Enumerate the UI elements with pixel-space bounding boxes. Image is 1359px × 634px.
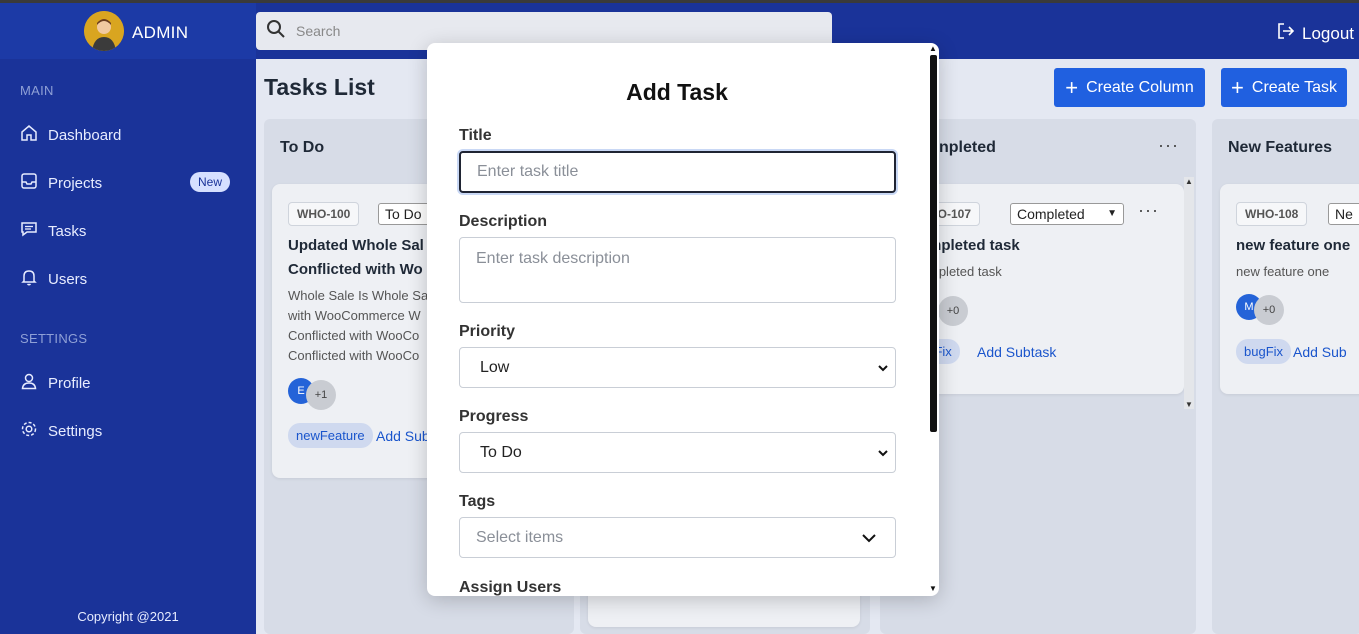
task-desc-line: Conflicted with WooCo: [288, 328, 420, 343]
task-description-input[interactable]: [459, 237, 896, 303]
add-task-modal: Add Task Title Description Priority Low …: [427, 43, 939, 596]
sidebar-item-profile[interactable]: Profile: [20, 372, 236, 394]
priority-value: Low: [480, 358, 510, 376]
chat-icon: [20, 220, 38, 242]
create-task-button[interactable]: + Create Task: [1221, 68, 1347, 107]
new-badge: New: [190, 172, 231, 192]
progress-value: To Do: [480, 443, 522, 461]
logout-label: Logout: [1302, 23, 1354, 43]
add-subtask-link[interactable]: Add Sub: [1293, 344, 1347, 360]
add-subtask-link[interactable]: Add Sub: [376, 428, 430, 444]
copyright-text: Copyright @2021: [77, 609, 179, 624]
progress-select[interactable]: To Do: [459, 432, 896, 473]
plus-icon: +: [1065, 74, 1079, 100]
create-column-label: Create Column: [1086, 78, 1194, 96]
description-label: Description: [459, 213, 548, 230]
status-select[interactable]: Completed ▼: [1010, 203, 1124, 225]
task-id: WHO-108: [1236, 202, 1308, 226]
add-subtask-link[interactable]: Add Subtask: [977, 344, 1056, 360]
sidebar-section-settings: SETTINGS: [20, 331, 88, 346]
task-title: mpleted task: [928, 237, 1020, 254]
home-icon: [20, 124, 38, 146]
tag-chip[interactable]: bugFix: [1236, 339, 1292, 364]
bell-icon: [20, 268, 38, 290]
logout-button[interactable]: Logout: [1276, 21, 1354, 46]
gear-icon: [20, 420, 38, 442]
task-title-input[interactable]: [459, 151, 896, 193]
page-title: Tasks List: [264, 74, 375, 100]
progress-label: Progress: [459, 408, 529, 425]
scroll-down-icon[interactable]: ▼: [929, 584, 937, 593]
chevron-down-icon: ▼: [1107, 208, 1117, 219]
column-title: npleted: [939, 139, 996, 156]
search-input[interactable]: [296, 23, 796, 39]
column-title: To Do: [280, 139, 325, 156]
chevron-down-icon: [877, 361, 889, 379]
assign-users-label: Assign Users: [459, 579, 562, 596]
create-task-label: Create Task: [1251, 78, 1337, 96]
task-desc: new feature one: [1236, 264, 1330, 279]
admin-avatar[interactable]: [84, 11, 124, 51]
sidebar-item-label: Projects: [48, 174, 103, 192]
column-new-features: New Features WHO-108 Ne new feature one …: [1212, 119, 1359, 634]
task-card[interactable]: HO-107 Completed ▼ ··· mpleted task mple…: [920, 184, 1184, 394]
sidebar-header: [0, 3, 256, 59]
more-users[interactable]: +1: [306, 380, 336, 410]
tag-chip[interactable]: newFeature: [288, 423, 373, 448]
plus-icon: +: [1231, 74, 1244, 100]
column-menu-icon[interactable]: ···: [1158, 135, 1179, 156]
chevron-down-icon: [877, 446, 889, 464]
sidebar-item-users[interactable]: Users: [20, 268, 236, 290]
column-scrollbar[interactable]: ▲ ▼: [1184, 177, 1194, 409]
tags-label: Tags: [459, 493, 496, 510]
search-icon: [266, 19, 286, 44]
title-label: Title: [459, 127, 492, 144]
sidebar-section-main: MAIN: [20, 83, 54, 98]
task-desc-line: Whole Sale Is Whole Sa: [288, 288, 429, 303]
scroll-up-icon[interactable]: ▲: [929, 44, 937, 53]
more-users[interactable]: +0: [938, 296, 968, 326]
task-id: WHO-100: [288, 202, 360, 226]
task-desc-line: Conflicted with WooCo: [288, 348, 420, 363]
priority-label: Priority: [459, 323, 516, 340]
create-column-button[interactable]: + Create Column: [1054, 68, 1205, 107]
chevron-down-icon: [861, 530, 877, 551]
inbox-icon: [20, 172, 38, 194]
card-menu-icon[interactable]: ···: [1138, 200, 1159, 221]
task-card[interactable]: WHO-108 Ne new feature one new feature o…: [1220, 184, 1359, 394]
priority-select[interactable]: Low: [459, 347, 896, 388]
sidebar-item-tasks[interactable]: Tasks: [20, 220, 236, 242]
tags-placeholder: Select items: [476, 528, 564, 546]
sidebar-item-label: Profile: [48, 374, 91, 392]
status-value: Completed: [1017, 206, 1085, 222]
brand-label: ADMIN: [132, 23, 189, 42]
modal-scrollbar[interactable]: [930, 55, 937, 432]
task-desc-line: with WooCommerce W: [288, 308, 421, 323]
logout-icon: [1276, 21, 1296, 46]
modal-title: Add Task: [626, 79, 728, 105]
sidebar-item-label: Tasks: [48, 222, 87, 240]
task-title-line2: Conflicted with Wo: [288, 261, 423, 278]
sidebar-item-label: Users: [48, 270, 88, 288]
status-select[interactable]: Ne: [1328, 203, 1359, 225]
task-desc: mpleted task: [928, 264, 1002, 279]
tags-multiselect[interactable]: Select items: [459, 517, 896, 558]
column-title: New Features: [1228, 139, 1333, 156]
task-title: new feature one: [1236, 237, 1351, 254]
sidebar-item-dashboard[interactable]: Dashboard: [20, 124, 236, 146]
sidebar-item-label: Settings: [48, 422, 103, 440]
sidebar-item-label: Dashboard: [48, 126, 122, 144]
task-title-line1: Updated Whole Sal: [288, 237, 424, 254]
sidebar-item-settings[interactable]: Settings: [20, 420, 236, 442]
sidebar: MAIN Dashboard Projects New Tasks Users …: [0, 59, 256, 634]
more-users[interactable]: +0: [1254, 295, 1284, 325]
user-icon: [20, 372, 38, 394]
